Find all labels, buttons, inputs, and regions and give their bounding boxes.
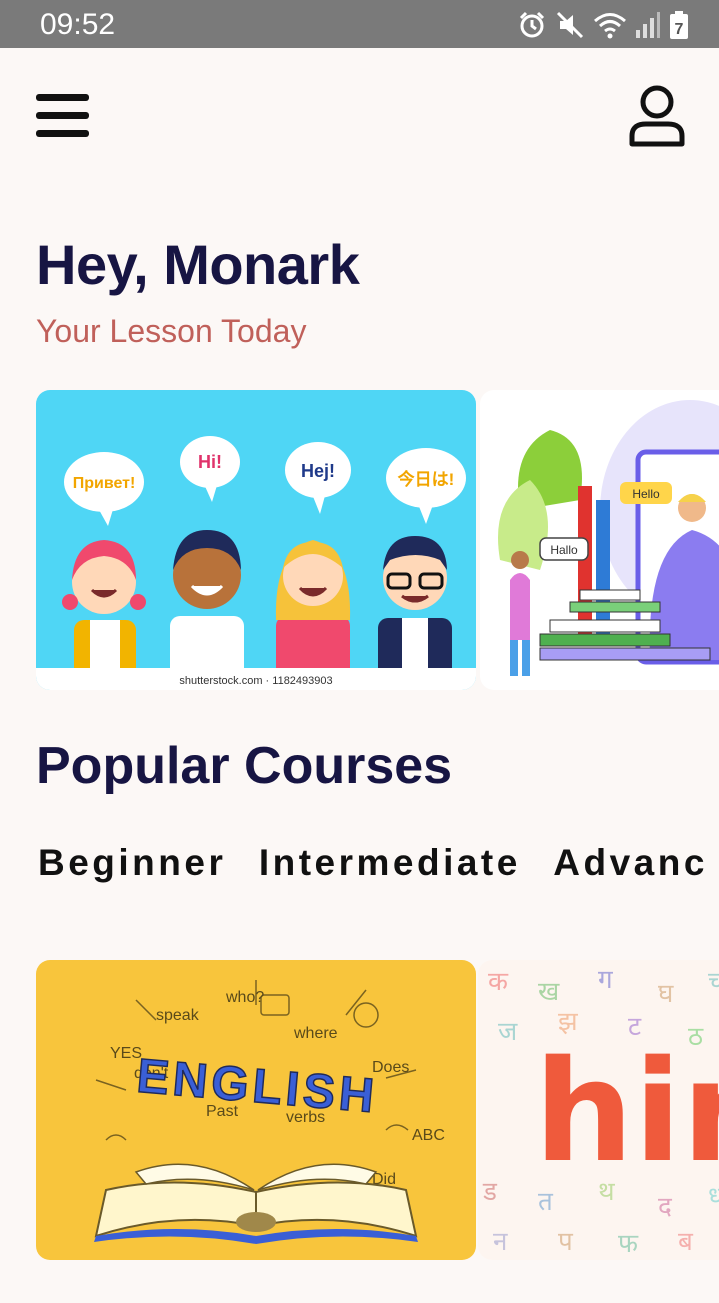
- hindi-title: hin: [534, 1031, 719, 1194]
- lesson-card-languages[interactable]: Привет! Hi! Hej! 今日は! shutterstock.com ·…: [36, 390, 476, 690]
- bubble-hello: Hello: [632, 487, 660, 501]
- profile-button[interactable]: [628, 84, 686, 148]
- bubble-hej: Hej!: [301, 461, 335, 481]
- kid-figure: [378, 536, 452, 680]
- course-level-tabs: Beginner Intermediate Advanc: [38, 842, 719, 884]
- kid-figure: [275, 540, 351, 680]
- kid-figure: [170, 530, 244, 680]
- svg-text:ड: ड: [482, 1177, 498, 1207]
- course-card-english[interactable]: YES speak don't who? where verbs Past Do…: [36, 960, 476, 1260]
- tab-intermediate[interactable]: Intermediate: [259, 842, 521, 884]
- battery-level: 7: [675, 21, 684, 38]
- kid-figure: [62, 540, 146, 680]
- english-book-illustration: YES speak don't who? where verbs Past Do…: [94, 980, 445, 1244]
- battery-icon: 7: [670, 11, 688, 39]
- svg-text:ख: ख: [538, 977, 560, 1007]
- bubble-privet: Привет!: [73, 475, 136, 492]
- status-icons: 7: [517, 10, 689, 40]
- doodle-speak: speak: [156, 1007, 200, 1024]
- mute-icon: [556, 11, 584, 39]
- svg-text:ब: ब: [678, 1227, 694, 1257]
- tab-beginner[interactable]: Beginner: [38, 842, 226, 884]
- doodle-abc: ABC: [412, 1127, 445, 1144]
- svg-text:द: द: [658, 1192, 673, 1222]
- course-card-hindi[interactable]: कखगघच जझटठ डतथदध नपफब hin: [478, 960, 719, 1260]
- lesson-subtitle: Your Lesson Today: [36, 313, 307, 349]
- status-bar: 09:52 7: [0, 0, 719, 48]
- doodle-yes: YES: [110, 1045, 142, 1062]
- lesson-illustration-study: Hello Hallo: [498, 400, 719, 676]
- doodle-where: where: [293, 1025, 338, 1042]
- svg-text:क: क: [488, 967, 509, 997]
- doodle-who: who?: [225, 989, 264, 1006]
- svg-text:ज: ज: [498, 1017, 518, 1047]
- hindi-letters-illustration: कखगघच जझटठ डतथदध नपफब hin: [478, 960, 719, 1260]
- bubble-hi: Hi!: [198, 452, 222, 472]
- svg-text:ग: ग: [598, 965, 613, 995]
- image-credit: shutterstock.com · 1182493903: [179, 675, 332, 687]
- svg-text:फ: फ: [618, 1229, 639, 1259]
- tab-advanced[interactable]: Advanc: [553, 842, 708, 884]
- svg-text:प: प: [558, 1227, 574, 1257]
- signal-icon: [636, 12, 660, 38]
- lesson-illustration-kids: Привет! Hi! Hej! 今日は! shutterstock.com ·…: [36, 436, 476, 690]
- status-time: 09:52: [40, 8, 116, 41]
- bubble-konnichiwa: 今日は!: [398, 469, 455, 489]
- menu-button[interactable]: [36, 92, 90, 140]
- alarm-icon: [519, 11, 545, 38]
- svg-text:घ: घ: [658, 979, 674, 1009]
- user-profile-icon: [629, 85, 685, 147]
- bubble-hallo: Hallo: [550, 543, 578, 557]
- lesson-card-conversation[interactable]: Hello Hallo: [480, 390, 719, 690]
- svg-text:न: न: [493, 1227, 508, 1257]
- popular-courses-title: Popular Courses: [36, 737, 453, 795]
- hamburger-menu-icon: [36, 94, 89, 137]
- svg-text:च: च: [708, 967, 719, 997]
- english-title: ENGLISH: [135, 1050, 380, 1124]
- wifi-icon: [594, 13, 626, 39]
- greeting-title: Hey, Monark: [36, 233, 360, 296]
